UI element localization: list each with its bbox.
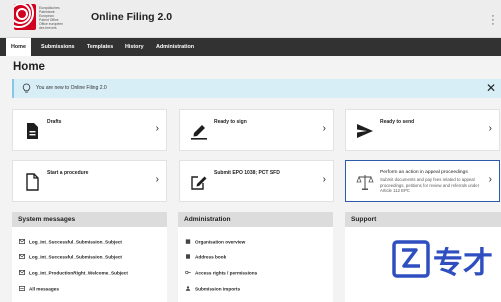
messages-icon [19, 286, 25, 292]
send-icon [357, 124, 373, 138]
card-ready-to-send[interactable]: Ready to send › [345, 109, 500, 151]
pen-sign-icon [191, 125, 207, 140]
system-message-label: Log_Int_ProductionRight_Welcome_Subject [29, 270, 128, 276]
system-message-label: Log_Int_Successful_Submission_Subject [29, 239, 122, 245]
card-appeal-proceedings[interactable]: Perform an action in appeal proceedings … [345, 160, 500, 202]
nav-submissions[interactable]: Submissions [36, 38, 80, 56]
page-title: Home [13, 61, 45, 73]
access-rights-link[interactable]: Access rights / permissions [185, 270, 257, 275]
chevron-right-icon: › [155, 123, 159, 134]
address-book-icon [186, 254, 190, 259]
key-icon [185, 271, 191, 275]
nav-history[interactable]: History [120, 38, 149, 56]
kebab-menu-icon[interactable]: · · · [490, 11, 496, 30]
watermark: 专才 [386, 236, 501, 302]
chevron-right-icon: › [322, 123, 326, 134]
epo-logo-text: Europäisches Patentamt European Patent O… [39, 6, 64, 31]
card-start-procedure[interactable]: Start a procedure › [12, 160, 167, 202]
new-document-icon [26, 173, 39, 191]
submission-imports-link[interactable]: Submission imports [185, 286, 240, 291]
lightbulb-icon [22, 83, 31, 93]
watermark-text: 专才 [433, 246, 493, 281]
chevron-right-icon: › [322, 174, 326, 185]
system-messages-header: System messages [12, 212, 167, 227]
card-submit-epo-1038[interactable]: Submit EPO 1038; PCT SFD › [179, 160, 334, 202]
scales-icon [356, 175, 374, 190]
card-ready-to-sign[interactable]: Ready to sign › [179, 109, 334, 151]
all-messages-link[interactable]: All messages [19, 286, 59, 291]
envelope-icon [19, 239, 25, 245]
epo-logo[interactable]: Europäisches Patentamt European Patent O… [14, 4, 66, 33]
card-start-procedure-label: Start a procedure [47, 170, 89, 176]
watermark-logo-icon: 专才 [392, 240, 493, 281]
card-appeal-proceedings-description: Submit documents and pay fees related to… [380, 177, 480, 194]
envelope-icon [19, 270, 25, 276]
chevron-right-icon: › [155, 174, 159, 185]
epo-logo-mark-icon [14, 4, 36, 30]
banner-text: You are new to Online Filing 2.0 [36, 85, 107, 91]
main-nav: Home Submissions Templates History Admin… [0, 38, 501, 56]
support-header: Support [345, 212, 501, 227]
close-icon[interactable]: ✕ [486, 81, 496, 95]
app-header: Europäisches Patentamt European Patent O… [0, 0, 501, 38]
edit-document-icon [191, 176, 207, 190]
system-message-item[interactable]: Log_Int_Successful_Submission_Subject [19, 239, 122, 244]
administration-header: Administration [178, 212, 333, 227]
document-icon [27, 123, 38, 139]
card-drafts-label: Drafts [47, 119, 62, 125]
address-book-link[interactable]: Address book [185, 254, 226, 259]
organisation-overview-label: Organisation overview [195, 239, 246, 245]
chevron-right-icon: › [488, 174, 492, 185]
nav-administration[interactable]: Administration [151, 38, 199, 56]
nav-home[interactable]: Home [6, 38, 31, 56]
envelope-icon [19, 254, 25, 260]
app-title: Online Filing 2.0 [91, 11, 173, 23]
user-icon [185, 286, 191, 292]
nav-templates[interactable]: Templates [82, 38, 118, 56]
system-message-item[interactable]: Log_Int_Successful_Submission_Subject [19, 254, 122, 259]
address-book-label: Address book [195, 254, 227, 260]
chevron-right-icon: › [488, 123, 492, 134]
administration-panel: Organisation overview Address book Acces… [178, 227, 333, 302]
building-icon [185, 239, 191, 245]
system-message-label: Log_Int_Successful_Submission_Subject [29, 254, 122, 260]
card-ready-to-sign-label: Ready to sign [214, 119, 247, 125]
card-appeal-proceedings-label: Perform an action in appeal proceedings [380, 170, 468, 175]
info-banner: You are new to Online Filing 2.0 ✕ [12, 79, 501, 98]
submission-imports-label: Submission imports [195, 286, 241, 292]
system-message-item[interactable]: Log_Int_ProductionRight_Welcome_Subject [19, 270, 128, 275]
all-messages-label: All messages [29, 286, 59, 292]
organisation-overview-link[interactable]: Organisation overview [185, 239, 245, 244]
card-ready-to-send-label: Ready to send [380, 119, 415, 125]
card-submit-epo-1038-label: Submit EPO 1038; PCT SFD [214, 170, 280, 176]
system-messages-panel: Log_Int_Successful_Submission_Subject Lo… [12, 227, 167, 302]
access-rights-label: Access rights / permissions [195, 270, 258, 276]
card-drafts[interactable]: Drafts › [12, 109, 167, 151]
